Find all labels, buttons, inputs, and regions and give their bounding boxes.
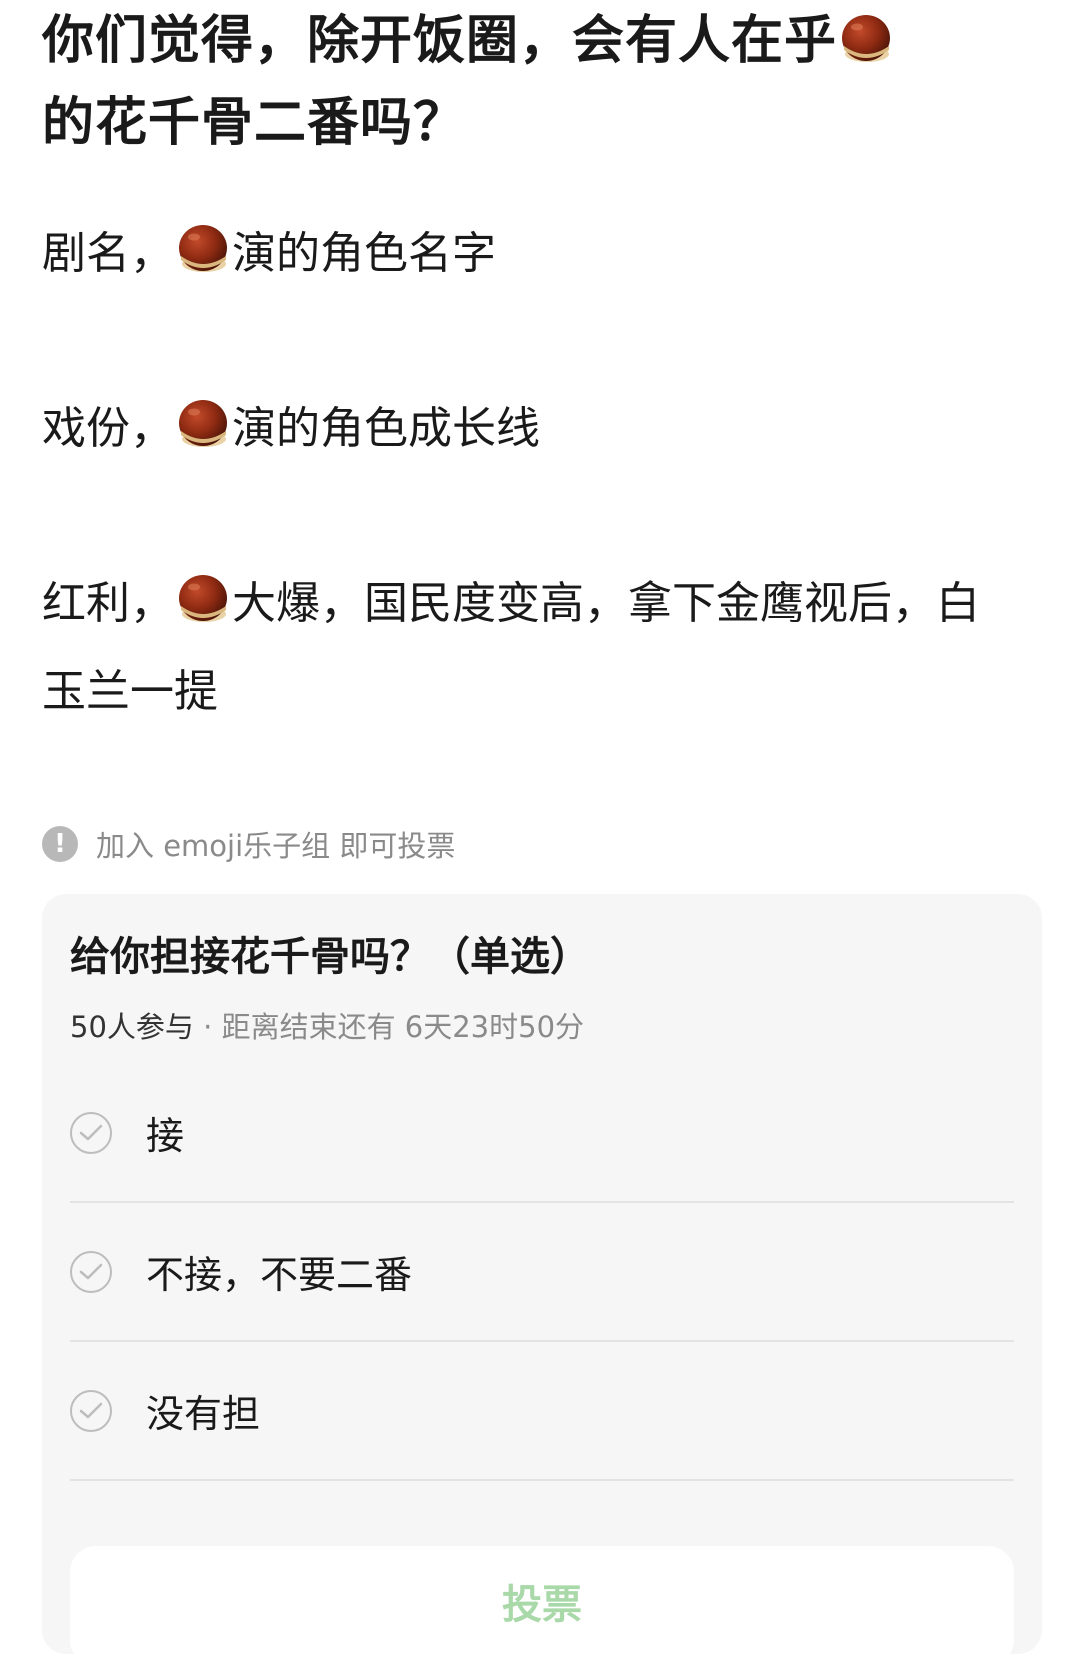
join-notice: ! 加入 emoji乐子组 即可投票: [42, 822, 455, 866]
post-paragraph: 戏份， 演的角色成长线: [42, 385, 540, 473]
poll-participants: 50人参与: [70, 1010, 194, 1044]
check-circle-icon[interactable]: [70, 1111, 112, 1154]
poll-options: 接 不接，不要二番 没有担: [70, 1064, 1014, 1481]
option-label: 没有担: [146, 1392, 261, 1436]
poll-title: 给你担接花千骨吗？（单选）: [70, 934, 590, 980]
exclamation-icon: !: [42, 826, 78, 862]
poll-card: 给你担接花千骨吗？（单选） 50人参与 · 距离结束还有 6天23时50分 接 …: [42, 894, 1042, 1666]
notice-text[interactable]: 加入 emoji乐子组 即可投票: [96, 823, 455, 865]
paragraph-prefix: 红利，: [42, 578, 174, 629]
poll-remaining: 距离结束还有 6天23时50分: [221, 1010, 585, 1044]
paragraph-prefix: 剧名，: [42, 228, 174, 279]
chestnut-icon: [176, 570, 230, 624]
post-title: 你们觉得，除开饭圈，会有人在乎 的花千骨二番吗？: [42, 0, 1032, 164]
post-title-text: 你们觉得，除开饭圈，会有人在乎: [42, 11, 838, 71]
check-circle-icon[interactable]: [70, 1250, 112, 1293]
post-paragraph: 剧名， 演的角色名字: [42, 210, 496, 298]
chestnut-icon: [176, 395, 230, 449]
chestnut-icon: [176, 220, 230, 274]
poll-option-3[interactable]: 没有担: [70, 1342, 1014, 1481]
poll-option-2[interactable]: 不接，不要二番: [70, 1203, 1014, 1342]
paragraph-text: 演的角色成长线: [232, 403, 540, 454]
chestnut-icon: [839, 10, 893, 64]
post-paragraph: 红利， 大爆，国民度变高，拿下金鹰视后，白玉兰一提: [42, 560, 1022, 736]
post-title-text-2: 的花千骨二番吗？: [42, 93, 467, 153]
poll-meta: 50人参与 · 距离结束还有 6天23时50分: [70, 1004, 584, 1046]
meta-separator: ·: [193, 1010, 222, 1044]
option-label: 接: [146, 1114, 185, 1158]
option-label: 不接，不要二番: [146, 1253, 413, 1297]
paragraph-prefix: 戏份，: [42, 403, 174, 454]
vote-button[interactable]: 投票: [70, 1546, 1014, 1666]
check-circle-icon[interactable]: [70, 1389, 112, 1432]
post-content: 你们觉得，除开饭圈，会有人在乎 的花千骨二番吗？ 剧名， 演的角色名字 戏份， 演的角…: [42, 0, 1032, 717]
paragraph-text: 演的角色名字: [232, 228, 496, 279]
poll-option-1[interactable]: 接: [70, 1064, 1014, 1203]
